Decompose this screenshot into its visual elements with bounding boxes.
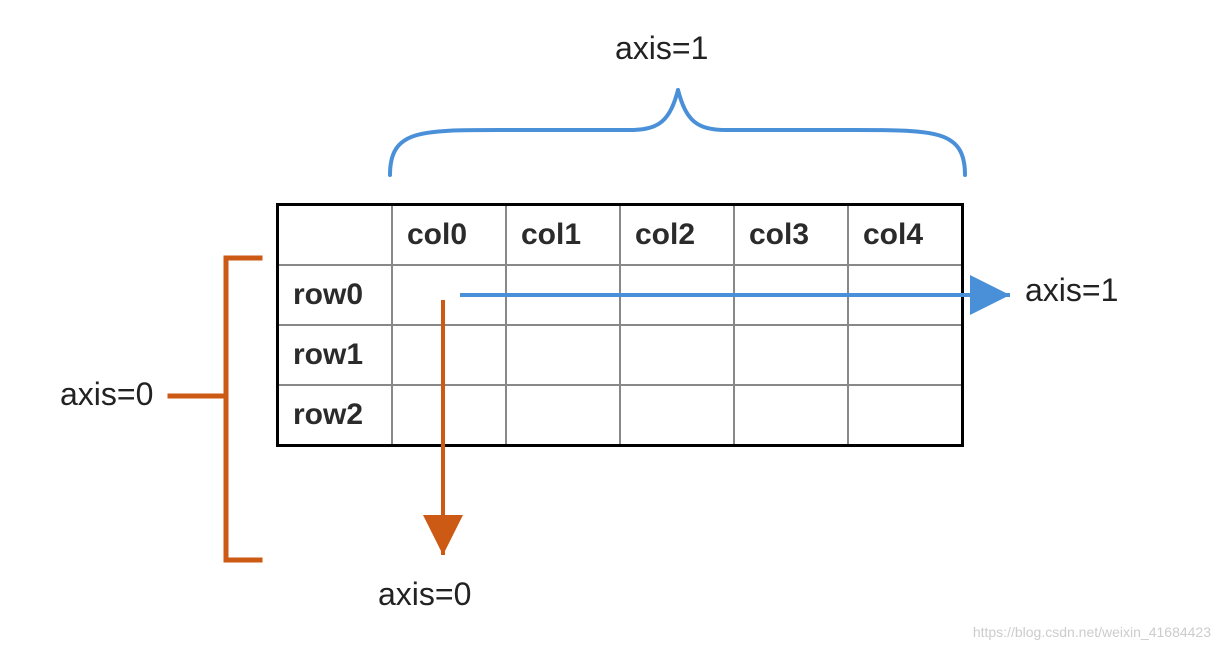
col-header: col4 [848, 205, 963, 266]
watermark: https://blog.csdn.net/weixin_41684423 [973, 624, 1211, 640]
diagram-canvas: axis=1 axis=1 axis=0 axis=0 col0 col1 co… [0, 0, 1223, 652]
cell [734, 385, 848, 446]
cell [620, 385, 734, 446]
cell [734, 325, 848, 385]
bracket-axis0-icon [170, 258, 260, 560]
row-header: row0 [278, 265, 393, 325]
cell [734, 265, 848, 325]
table-row: row1 [278, 325, 963, 385]
label-axis0-bottom: axis=0 [378, 576, 471, 613]
cell [506, 325, 620, 385]
table-row: row2 [278, 385, 963, 446]
corner-cell [278, 205, 393, 266]
col-header: col0 [392, 205, 506, 266]
row-header: row2 [278, 385, 393, 446]
cell [506, 385, 620, 446]
cell [620, 265, 734, 325]
cell [392, 325, 506, 385]
cell [392, 385, 506, 446]
label-axis1-top: axis=1 [615, 30, 708, 67]
label-axis1-right: axis=1 [1025, 272, 1118, 309]
cell [848, 385, 963, 446]
table-row: row0 [278, 265, 963, 325]
brace-axis1-icon [390, 90, 965, 175]
cell [506, 265, 620, 325]
cell [848, 265, 963, 325]
cell [392, 265, 506, 325]
col-header: col3 [734, 205, 848, 266]
dataframe-grid: col0 col1 col2 col3 col4 row0 row1 row2 [276, 203, 964, 447]
col-header: col2 [620, 205, 734, 266]
cell [848, 325, 963, 385]
cell [620, 325, 734, 385]
table-row: col0 col1 col2 col3 col4 [278, 205, 963, 266]
col-header: col1 [506, 205, 620, 266]
label-axis0-left: axis=0 [60, 376, 153, 413]
row-header: row1 [278, 325, 393, 385]
